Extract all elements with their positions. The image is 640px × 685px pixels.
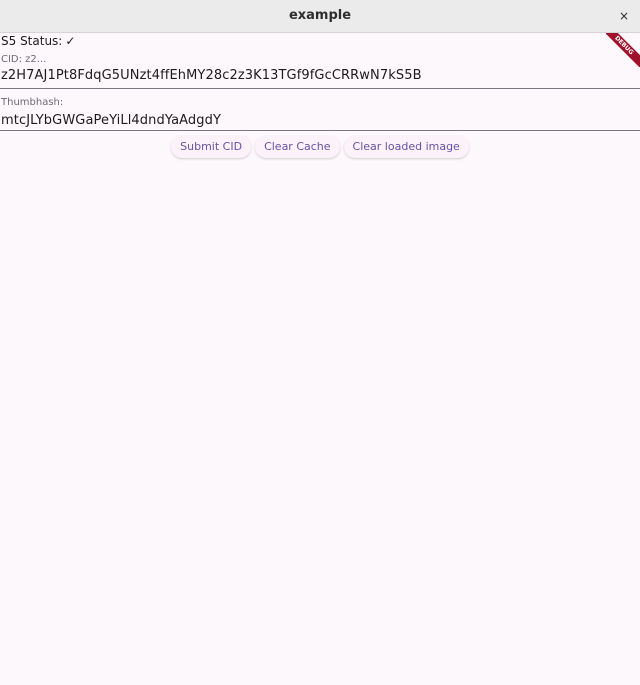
thumbhash-field-label: Thumbhash: [1,97,64,108]
button-row: Submit CID Clear Cache Clear loaded imag… [0,136,640,158]
submit-cid-button[interactable]: Submit CID [171,136,252,158]
cid-field-label: CID: z2... [1,54,47,65]
thumbhash-field[interactable]: Thumbhash: mtcJLYbGWGaPeYiLl4dndYaAdgdY [0,95,640,131]
thumbhash-input[interactable]: mtcJLYbGWGaPeYiLl4dndYaAdgdY [1,113,221,128]
close-icon[interactable]: × [613,5,635,27]
cid-field[interactable]: CID: z2... z2H7AJ1Pt8FdqG5UNzt4ffEhMY28c… [0,52,640,89]
window-title: example [288,8,352,23]
window-titlebar: example × [0,0,640,33]
s5-status: S5 Status: ✓ [1,34,75,48]
debug-banner: DEBUG [606,33,640,67]
clear-loaded-image-button[interactable]: Clear loaded image [343,136,469,158]
status-label: S5 Status: [1,34,63,48]
app-body: S5 Status: ✓ CID: z2... z2H7AJ1Pt8FdqG5U… [0,33,640,685]
cid-input[interactable]: z2H7AJ1Pt8FdqG5UNzt4ffEhMY28c2z3K13TGf9f… [1,68,422,83]
checkmark-icon: ✓ [65,34,76,48]
clear-cache-button[interactable]: Clear Cache [255,136,340,158]
debug-banner-label: DEBUG [606,33,640,67]
